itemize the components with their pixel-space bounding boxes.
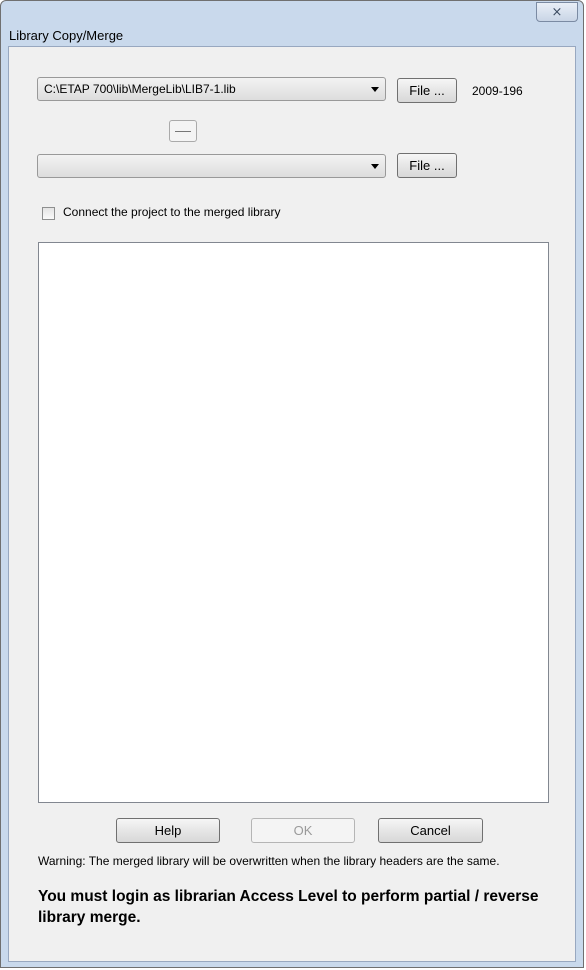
- access-level-message: You must login as librarian Access Level…: [38, 888, 539, 926]
- target-file-button[interactable]: File ...: [397, 153, 457, 178]
- help-button[interactable]: Help: [116, 818, 220, 843]
- merge-direction-button[interactable]: [169, 120, 197, 142]
- dropdown-arrow-icon: [371, 164, 379, 169]
- connect-project-label: Connect the project to the merged librar…: [63, 205, 281, 219]
- close-button[interactable]: ⨯: [536, 2, 578, 22]
- target-library-dropdown[interactable]: [37, 154, 386, 178]
- source-file-button[interactable]: File ...: [397, 78, 457, 103]
- library-copy-merge-dialog: Library Copy/Merge ⨯ C:\ETAP 700\lib\Mer…: [0, 0, 584, 968]
- merge-items-listbox[interactable]: [38, 242, 549, 803]
- dialog-title: Library Copy/Merge: [9, 28, 124, 43]
- source-library-path: C:\ETAP 700\lib\MergeLib\LIB7-1.lib: [44, 82, 236, 96]
- dash-icon: [175, 131, 191, 132]
- title-bar: Library Copy/Merge ⨯: [1, 1, 583, 45]
- close-icon: ⨯: [551, 4, 563, 19]
- warning-text: Warning: The merged library will be over…: [38, 854, 500, 868]
- ok-button[interactable]: OK: [251, 818, 355, 843]
- cancel-button[interactable]: Cancel: [378, 818, 483, 843]
- source-library-version: 2009-196: [472, 84, 523, 98]
- connect-project-checkbox[interactable]: [42, 207, 55, 220]
- dropdown-arrow-icon: [371, 87, 379, 92]
- dialog-body: C:\ETAP 700\lib\MergeLib\LIB7-1.lib File…: [8, 46, 576, 962]
- source-library-dropdown[interactable]: C:\ETAP 700\lib\MergeLib\LIB7-1.lib: [37, 77, 386, 101]
